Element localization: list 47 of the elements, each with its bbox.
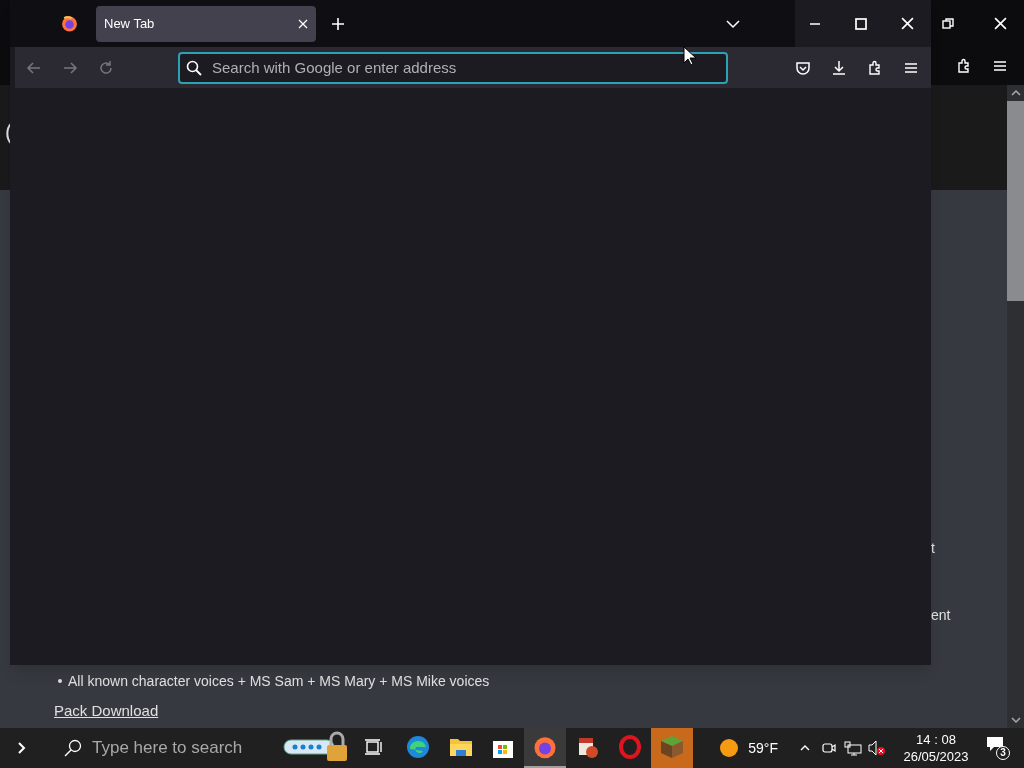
folder-icon — [449, 737, 473, 757]
reload-icon[interactable] — [98, 59, 114, 76]
restore-icon[interactable] — [942, 17, 954, 30]
scrollbar[interactable] — [1007, 85, 1024, 728]
extensions-icon[interactable] — [867, 59, 883, 76]
clock-time[interactable]: 14 : 08 — [916, 731, 956, 748]
close-icon[interactable] — [901, 17, 914, 30]
maximize-icon[interactable] — [855, 17, 867, 30]
weather-text[interactable]: 59°F — [748, 737, 778, 759]
scroll-down-icon[interactable] — [1010, 715, 1021, 725]
new-tab-icon[interactable] — [331, 16, 345, 31]
browser-tab[interactable]: New Tab — [96, 5, 316, 42]
taskbar-search[interactable]: Type here to search — [64, 735, 260, 761]
scroll-thumb[interactable] — [1007, 101, 1024, 301]
password-lock-icon — [283, 731, 349, 763]
network-icon[interactable] — [844, 740, 862, 756]
extensions-icon[interactable] — [956, 58, 972, 74]
pack-download-link[interactable]: Pack Download — [54, 699, 159, 722]
bullet-text: All known character voices + MS Sam + MS Mary + MS Mike voices — [68, 671, 490, 691]
download-icon[interactable] — [831, 59, 847, 76]
firefox-icon — [533, 735, 557, 759]
clock-date[interactable]: 26/05/2023 — [903, 748, 969, 765]
menu-icon[interactable] — [992, 58, 1008, 74]
chevron-icon[interactable] — [17, 742, 27, 754]
close-tab-icon[interactable] — [298, 18, 308, 29]
mouse-cursor — [683, 46, 699, 66]
search-icon — [64, 739, 82, 757]
address-bar[interactable]: Search with Google or enter address — [178, 51, 728, 84]
scroll-up-icon[interactable] — [1010, 88, 1021, 98]
notifications-button[interactable]: 3 — [986, 736, 1010, 760]
partial-text: ent — [931, 606, 951, 625]
edge-icon — [406, 735, 430, 759]
speaker-muted-icon[interactable] — [868, 740, 886, 756]
grass-block-icon — [660, 735, 684, 759]
close-icon[interactable] — [994, 17, 1007, 30]
notification-badge: 3 — [996, 746, 1010, 760]
camera-icon[interactable] — [822, 741, 836, 755]
search-icon — [186, 59, 202, 76]
forward-icon[interactable] — [62, 59, 78, 76]
opera-icon — [619, 735, 641, 759]
chevron-up-icon[interactable] — [800, 744, 810, 752]
task-view-icon — [365, 738, 383, 756]
sun-icon[interactable] — [719, 738, 740, 758]
partial-text: t — [931, 539, 935, 558]
firefox-icon[interactable] — [61, 15, 78, 32]
back-icon[interactable] — [26, 59, 42, 76]
pocket-icon[interactable] — [795, 59, 811, 76]
